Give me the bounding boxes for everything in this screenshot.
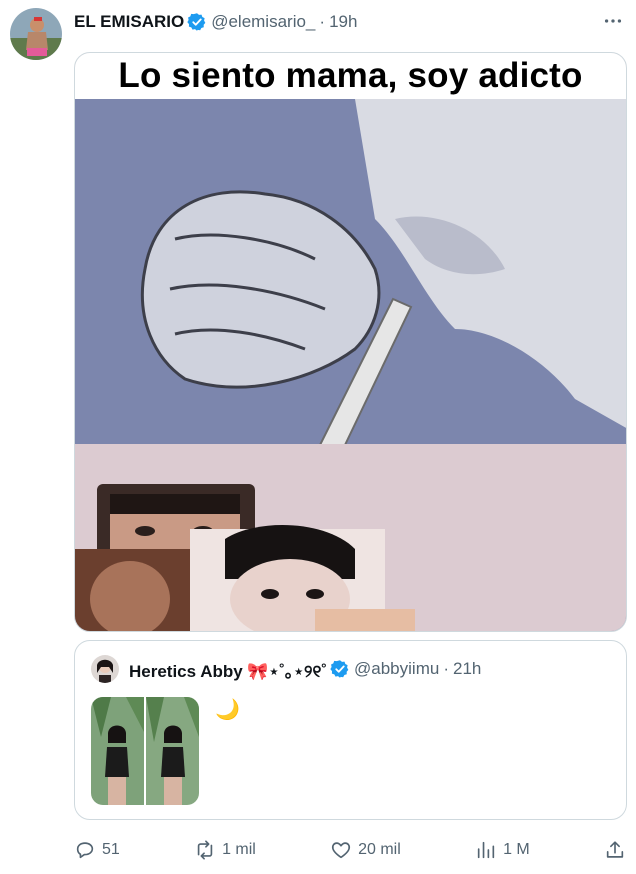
verified-icon [330,660,349,678]
author-handle[interactable]: @elemisario_ [211,12,315,32]
repost-count: 1 mil [222,841,256,858]
like-button[interactable]: 20 mil [330,839,401,861]
separator-dot: · [443,659,449,678]
tweet-header: EL EMISARIO @elemisario_ · 19h [74,10,624,34]
quoted-tweet[interactable]: Heretics Abby 🎀⋆˚｡⋆୨୧˚ @abbyiimu · 21h 🌙 [74,640,627,820]
separator-dot: · [319,12,326,31]
like-count: 20 mil [358,841,401,858]
reply-icon [76,842,94,859]
verified-icon [187,13,206,31]
tweet-time[interactable]: 19h [329,12,357,32]
share-button[interactable] [604,839,626,861]
share-icon [606,841,624,858]
author-avatar[interactable] [10,8,62,60]
meme-illustration [75,99,626,631]
reply-count: 51 [102,841,120,858]
repost-icon [197,840,213,860]
repost-button[interactable]: 1 mil [194,839,256,861]
quoted-author-avatar[interactable] [91,655,119,683]
reply-button[interactable]: 51 [74,839,120,861]
quoted-tweet-text: 🌙 [215,699,240,721]
quoted-photo[interactable] [146,697,199,805]
views-count: 1 M [503,841,530,858]
views-icon [477,841,495,859]
quoted-tweet-header: Heretics Abby 🎀⋆˚｡⋆୨୧˚ @abbyiimu · 21h [129,657,481,681]
tweet-media[interactable]: Lo siento mama, soy adicto [74,52,627,632]
like-icon [332,842,351,859]
quoted-author-name[interactable]: Heretics Abby 🎀⋆˚｡⋆୨୧˚ [129,657,327,682]
more-icon[interactable] [602,10,624,32]
author-name[interactable]: EL EMISARIO [74,12,184,32]
tweet-actions: 51 1 mil 20 mil 1 M [74,836,626,864]
quoted-tweet-time[interactable]: 21h [453,659,481,679]
quoted-author-handle[interactable]: @abbyiimu [354,659,439,679]
views-button[interactable]: 1 M [475,839,530,861]
quoted-photo[interactable] [91,697,144,805]
media-caption: Lo siento mama, soy adicto [75,53,626,99]
quoted-media[interactable] [91,697,199,805]
